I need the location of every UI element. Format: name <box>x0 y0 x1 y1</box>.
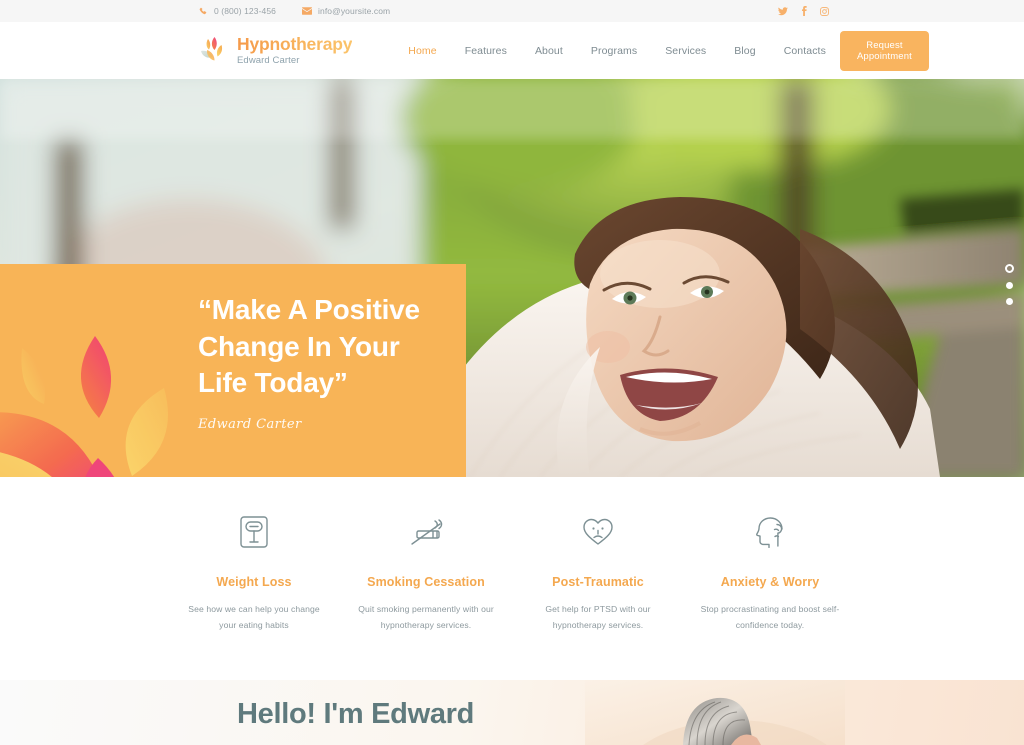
envelope-icon <box>302 7 312 15</box>
email-address: info@yoursite.com <box>318 6 391 16</box>
email-contact[interactable]: info@yoursite.com <box>302 6 390 16</box>
features-section: Weight Loss See how we can help you chan… <box>0 477 1024 680</box>
about-section: Hello! I'm Edward <box>0 680 1024 745</box>
feature-description: See how we can help you change your eati… <box>188 604 320 630</box>
request-appointment-button[interactable]: Request Appointment <box>839 30 929 71</box>
about-photo <box>585 680 845 745</box>
about-title: Hello! I'm Edward <box>237 698 475 730</box>
logo[interactable]: Hypnotherapy Edward Carter <box>198 35 352 67</box>
nav-item-about[interactable]: About <box>521 45 577 57</box>
feature-title: Smoking Cessation <box>367 575 485 589</box>
twitter-icon[interactable] <box>778 6 788 16</box>
logo-subtitle: Edward Carter <box>237 54 300 66</box>
logo-title: Hypnotherapy <box>237 34 353 54</box>
feature-title: Post-Traumatic <box>552 575 644 589</box>
slider-dot-1[interactable] <box>1005 264 1014 273</box>
feature-card-smoking-cessation[interactable]: Smoking Cessation Quit smoking permanent… <box>340 511 512 680</box>
nav-item-blog[interactable]: Blog <box>720 45 769 57</box>
nav-item-features[interactable]: Features <box>451 45 521 57</box>
phone-contact[interactable]: 0 (800) 123-456 <box>199 6 276 16</box>
head-brain-icon <box>696 511 844 553</box>
top-bar: 0 (800) 123-456 info@yoursite.com <box>0 0 1024 22</box>
feature-card-weight-loss[interactable]: Weight Loss See how we can help you chan… <box>168 511 340 680</box>
feature-description: Get help for PTSD with our hypnotherapy … <box>545 604 651 630</box>
nav-item-contacts[interactable]: Contacts <box>770 45 840 57</box>
feature-description: Stop procrastinating and boost self-conf… <box>700 604 840 630</box>
phone-number: 0 (800) 123-456 <box>214 6 276 16</box>
site-header: Hypnotherapy Edward Carter Home Features… <box>0 22 1024 79</box>
phone-icon <box>199 7 208 16</box>
nav-item-programs[interactable]: Programs <box>577 45 651 57</box>
weight-scale-icon <box>180 511 328 553</box>
flame-logo-icon <box>198 35 228 67</box>
hero-quote-panel: “Make A Positive Change In Your Life Tod… <box>0 264 466 477</box>
no-smoking-icon <box>352 511 500 553</box>
nav-item-services[interactable]: Services <box>651 45 720 57</box>
slider-pagination <box>1005 264 1014 305</box>
facebook-icon[interactable] <box>801 6 807 16</box>
social-links <box>778 6 829 16</box>
slider-dot-3[interactable] <box>1006 298 1013 305</box>
feature-card-anxiety-worry[interactable]: Anxiety & Worry Stop procrastinating and… <box>684 511 856 680</box>
instagram-icon[interactable] <box>820 6 829 16</box>
slider-dot-2[interactable] <box>1006 282 1013 289</box>
nav-item-home[interactable]: Home <box>394 45 450 57</box>
hero-signature: Edward Carter <box>198 417 302 433</box>
feature-title: Anxiety & Worry <box>720 575 820 589</box>
feature-description: Quit smoking permanently with our hypnot… <box>358 604 494 630</box>
hero-title: “Make A Positive Change In Your Life Tod… <box>198 294 420 399</box>
feature-card-post-traumatic[interactable]: Post-Traumatic Get help for PTSD with ou… <box>512 511 684 680</box>
feature-title: Weight Loss <box>216 575 292 589</box>
hero-slider: “Make A Positive Change In Your Life Tod… <box>0 79 1024 477</box>
main-nav: Home Features About Programs Services Bl… <box>394 45 840 57</box>
sad-heart-icon <box>524 511 672 553</box>
